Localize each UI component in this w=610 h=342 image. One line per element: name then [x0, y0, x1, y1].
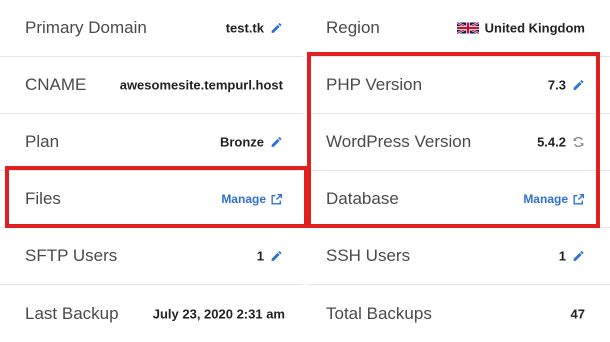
edit-pencil-icon[interactable]	[270, 136, 283, 149]
cname-label: CNAME	[25, 75, 87, 94]
files-row: Files Manage	[0, 171, 303, 228]
ssh-users-value-group: 1	[559, 249, 585, 264]
wordpress-version-label: WordPress Version	[326, 132, 472, 151]
php-version-value: 7.3	[547, 77, 566, 93]
primary-domain-value-group: test.tk	[226, 21, 283, 36]
region-row: Region United Kingdom	[307, 0, 610, 57]
total-backups-value: 47	[570, 306, 585, 321]
sftp-users-value-group: 1	[257, 249, 283, 264]
files-manage-label[interactable]: Manage	[221, 192, 266, 206]
ssh-users-row: SSH Users 1	[307, 228, 610, 285]
plan-row: Plan Bronze	[0, 114, 303, 171]
wordpress-version-row: WordPress Version 5.4.2	[307, 114, 610, 171]
database-row: Database Manage	[307, 171, 610, 228]
site-info-right-column: Region United Kingdom PHP Version 7.3 Wo…	[307, 0, 610, 342]
plan-label: Plan	[25, 132, 60, 151]
uk-flag-icon	[456, 21, 479, 35]
edit-pencil-icon[interactable]	[572, 79, 585, 92]
cname-value: awesomesite.tempurl.host	[119, 77, 283, 93]
database-label: Database	[326, 189, 399, 208]
refresh-icon[interactable]	[572, 136, 585, 149]
database-manage-label[interactable]: Manage	[523, 192, 568, 206]
total-backups-row: Total Backups 47	[307, 285, 610, 342]
sftp-users-label: SFTP Users	[25, 246, 118, 265]
plan-value-group: Bronze	[220, 135, 283, 150]
region-value: United Kingdom	[484, 20, 585, 36]
primary-domain-row: Primary Domain test.tk	[0, 0, 303, 57]
database-manage-link[interactable]: Manage	[523, 192, 585, 206]
primary-domain-label: Primary Domain	[25, 18, 147, 37]
sftp-users-value: 1	[256, 248, 264, 264]
php-version-label: PHP Version	[326, 75, 423, 94]
edit-pencil-icon[interactable]	[270, 22, 283, 35]
region-value-group: United Kingdom	[456, 20, 585, 36]
plan-value: Bronze	[219, 134, 264, 150]
last-backup-row: Last Backup July 23, 2020 2:31 am	[0, 285, 303, 342]
wordpress-version-value: 5.4.2	[537, 134, 566, 150]
wordpress-version-value-group: 5.4.2	[537, 135, 585, 150]
last-backup-value: July 23, 2020 2:31 am	[152, 306, 285, 321]
php-version-row: PHP Version 7.3	[307, 57, 610, 114]
ssh-users-label: SSH Users	[326, 246, 411, 265]
edit-pencil-icon[interactable]	[572, 250, 585, 263]
external-link-icon[interactable]	[572, 193, 585, 206]
edit-pencil-icon[interactable]	[270, 250, 283, 263]
cname-row: CNAME awesomesite.tempurl.host	[0, 57, 303, 114]
files-manage-link[interactable]: Manage	[221, 192, 283, 206]
site-info-left-column: Primary Domain test.tk CNAME awesomesite…	[0, 0, 303, 342]
external-link-icon[interactable]	[270, 193, 283, 206]
primary-domain-value: test.tk	[225, 20, 264, 36]
ssh-users-value: 1	[558, 248, 566, 264]
php-version-value-group: 7.3	[548, 78, 585, 93]
region-label: Region	[326, 18, 380, 37]
last-backup-label: Last Backup	[25, 303, 119, 323]
total-backups-label: Total Backups	[326, 303, 432, 323]
files-label: Files	[25, 189, 61, 208]
sftp-users-row: SFTP Users 1	[0, 228, 303, 285]
